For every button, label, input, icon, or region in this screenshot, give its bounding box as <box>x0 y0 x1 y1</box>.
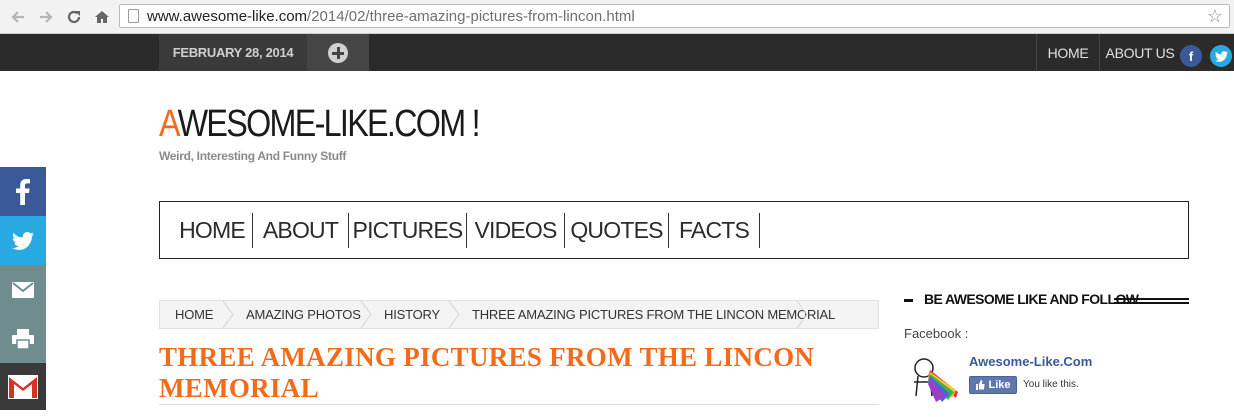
facebook-icon[interactable]: f <box>1180 45 1202 67</box>
home-button[interactable] <box>92 7 112 27</box>
breadcrumb: HOME AMAZING PHOTOS HISTORY THREE AMAZIN… <box>159 300 879 329</box>
date-display: FEBRUARY 28, 2014 <box>159 34 307 71</box>
forward-button[interactable] <box>36 7 56 27</box>
share-print-button[interactable] <box>0 314 46 363</box>
breadcrumb-separator-icon <box>448 301 460 328</box>
fb-page-name[interactable]: Awesome-Like.Com <box>969 354 1092 369</box>
share-email-button[interactable] <box>0 265 46 314</box>
facebook-label: Facebook : <box>904 326 969 341</box>
twitter-icon <box>12 231 34 250</box>
site-logo[interactable]: AWESOME-LIKE.COM ! <box>159 103 481 146</box>
add-button[interactable] <box>307 34 369 71</box>
header-rule <box>1114 298 1189 300</box>
page-avatar <box>910 352 960 402</box>
nav-quotes[interactable]: QUOTES <box>565 202 668 258</box>
forward-arrow-icon <box>40 11 53 23</box>
top-link-about-us[interactable]: ABOUT US <box>1100 34 1180 71</box>
breadcrumb-home[interactable]: HOME <box>175 301 213 328</box>
fb-like-status: You like this. <box>1023 379 1079 390</box>
nav-facts[interactable]: FACTS <box>669 202 759 258</box>
reload-icon <box>67 10 81 24</box>
site-top-bar: FEBRUARY 28, 2014 HOME ABOUT US f <box>0 34 1234 71</box>
twitter-icon[interactable] <box>1210 45 1232 67</box>
plus-icon <box>328 42 348 63</box>
bookmark-star-icon[interactable]: ☆ <box>1207 6 1223 27</box>
url-text: www.awesome-like.com/2014/02/three-amazi… <box>147 8 635 25</box>
breadcrumb-history[interactable]: HISTORY <box>384 301 440 328</box>
browser-toolbar: www.awesome-like.com/2014/02/three-amazi… <box>0 0 1234 34</box>
breadcrumb-separator-icon <box>360 301 372 328</box>
home-icon <box>95 11 109 23</box>
address-bar[interactable]: www.awesome-like.com/2014/02/three-amazi… <box>119 4 1230 28</box>
sidebar-widget-header: BE AWESOME LIKE AND FOLLOW <box>904 290 1189 310</box>
breadcrumb-current: THREE AMAZING PICTURES FROM THE LINCON M… <box>472 307 836 322</box>
reload-button[interactable] <box>64 7 84 27</box>
nav-divider <box>759 213 760 248</box>
facebook-icon <box>16 178 30 205</box>
share-facebook-button[interactable] <box>0 167 46 216</box>
page-icon <box>128 9 139 23</box>
widget-title: BE AWESOME LIKE AND FOLLOW <box>924 291 1139 307</box>
facebook-like-box: Awesome-Like.Com Like You like this. <box>910 352 1110 402</box>
breadcrumb-separator-icon <box>222 301 234 328</box>
header-rule <box>1114 302 1189 304</box>
back-button[interactable] <box>8 7 28 27</box>
fb-like-label: Like <box>988 379 1011 391</box>
thumbs-up-icon <box>976 380 985 390</box>
breadcrumb-separator-icon <box>796 301 808 328</box>
email-icon <box>12 281 34 298</box>
post-title: THREE AMAZING PICTURES FROM THE LINCON M… <box>159 342 815 403</box>
breadcrumb-amazing-photos[interactable]: AMAZING PHOTOS <box>246 301 361 328</box>
divider <box>159 404 879 405</box>
share-twitter-button[interactable] <box>0 216 46 265</box>
top-link-home[interactable]: HOME <box>1037 34 1099 71</box>
main-navigation: HOME ABOUT PICTURES VIDEOS QUOTES FACTS <box>159 201 1189 259</box>
share-gmail-button[interactable] <box>0 363 46 410</box>
nav-pictures[interactable]: PICTURES <box>349 202 466 258</box>
gmail-icon <box>8 374 38 399</box>
nav-videos[interactable]: VIDEOS <box>467 202 564 258</box>
header-dash <box>904 299 913 302</box>
nav-about[interactable]: ABOUT <box>253 202 348 258</box>
print-icon <box>12 328 34 349</box>
back-arrow-icon <box>11 11 24 23</box>
site-tagline: Weird, Interesting And Funny Stuff <box>159 149 347 163</box>
nav-home[interactable]: HOME <box>172 202 252 258</box>
fb-like-button[interactable]: Like <box>969 376 1017 394</box>
